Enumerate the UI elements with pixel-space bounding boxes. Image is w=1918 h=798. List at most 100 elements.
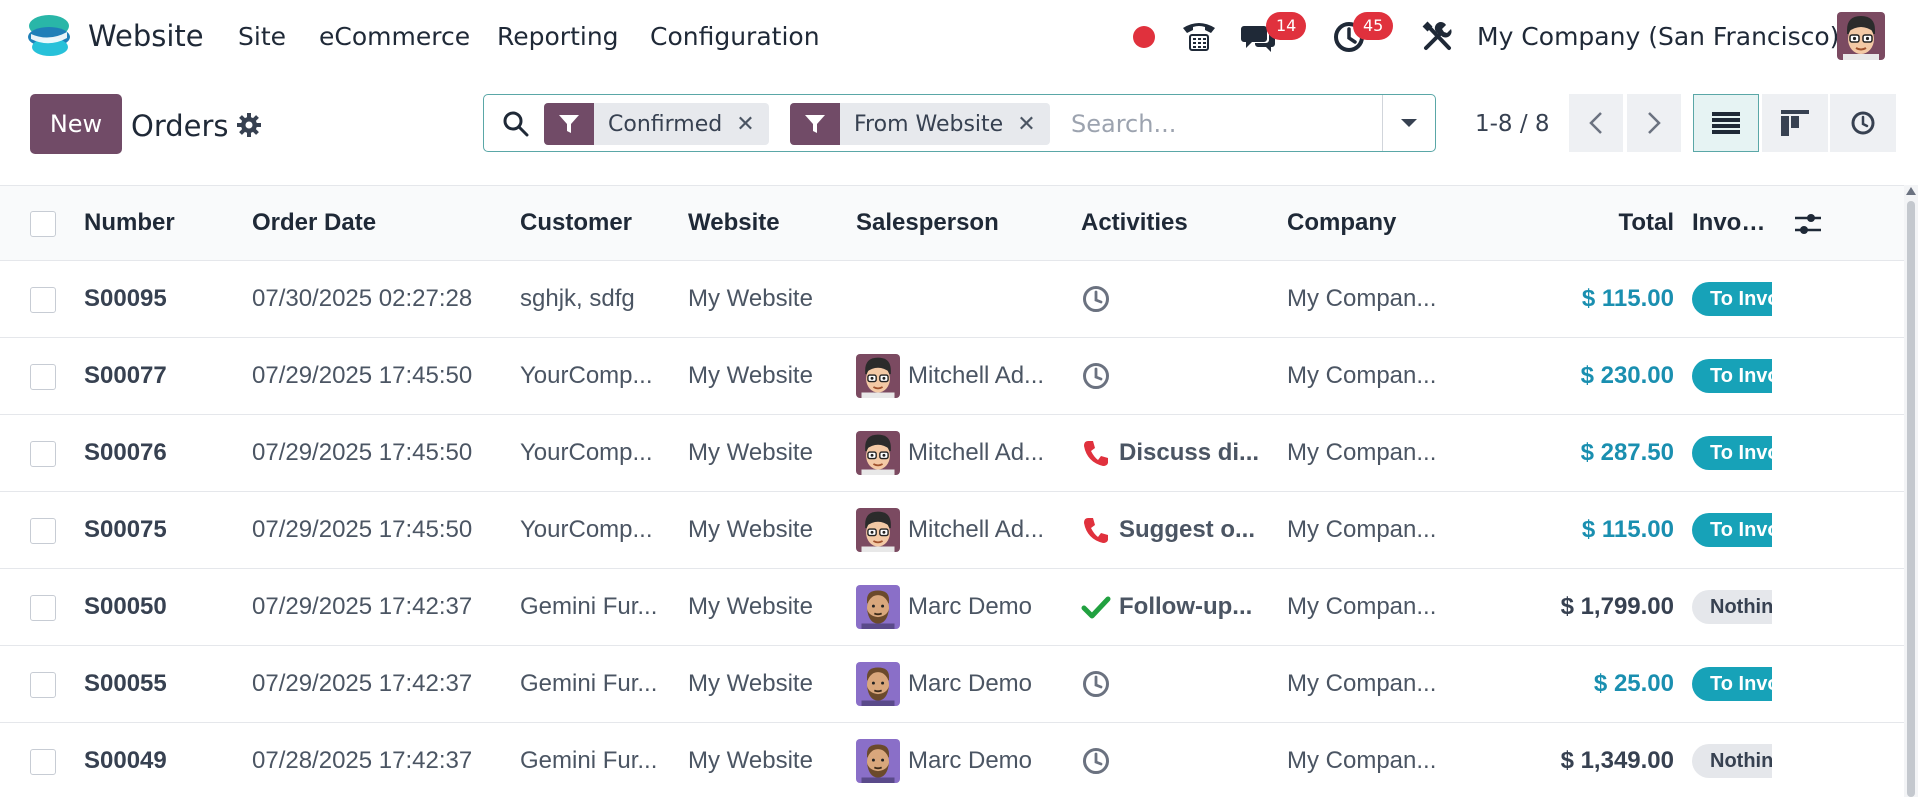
pager-value[interactable]: 1-8 / 8 <box>1475 111 1550 137</box>
row-select-cell <box>0 646 84 723</box>
row-checkbox[interactable] <box>30 672 56 698</box>
table-row[interactable]: S0004907/28/2025 17:42:37Gemini Fur...My… <box>0 723 1904 798</box>
menu-item-ecommerce[interactable]: eCommerce <box>319 22 470 51</box>
salesperson-name: Mitchell Ad... <box>908 439 1044 467</box>
company-name: My Compan... <box>1287 723 1477 798</box>
table-row[interactable]: S0007707/29/2025 17:45:50YourComp...My W… <box>0 338 1904 415</box>
phone-icon[interactable] <box>1081 515 1111 545</box>
menu-item-reporting[interactable]: Reporting <box>497 22 619 51</box>
website-name: My Website <box>688 492 856 569</box>
phone-icon[interactable] <box>1081 438 1111 468</box>
select-all-checkbox[interactable] <box>30 211 56 237</box>
customer-name: YourComp... <box>520 338 688 415</box>
company-name: My Compan... <box>1287 338 1477 415</box>
row-checkbox[interactable] <box>30 441 56 467</box>
kanban-view-button[interactable] <box>1762 94 1828 152</box>
company-name: My Compan... <box>1287 415 1477 492</box>
activity-view-button[interactable] <box>1830 94 1896 152</box>
clock-icon[interactable] <box>1081 361 1111 391</box>
website-name: My Website <box>688 261 856 338</box>
order-number: S00055 <box>84 646 252 723</box>
column-header-salesperson[interactable]: Salesperson <box>856 186 1081 261</box>
order-total: $ 115.00 <box>1477 261 1692 338</box>
search-icon[interactable] <box>502 110 530 138</box>
company-name: My Compan... <box>1287 646 1477 723</box>
invoice-status-badge: To Invoice <box>1692 359 1772 393</box>
table-row[interactable]: S0007507/29/2025 17:45:50YourComp...My W… <box>0 492 1904 569</box>
clock-icon[interactable] <box>1081 669 1111 699</box>
search-input[interactable] <box>1069 107 1373 141</box>
row-checkbox[interactable] <box>30 518 56 544</box>
row-checkbox[interactable] <box>30 595 56 621</box>
order-total: $ 115.00 <box>1477 492 1692 569</box>
order-date: 07/29/2025 17:42:37 <box>252 569 520 646</box>
salesperson-cell <box>856 261 1081 338</box>
salesperson-cell: Mitchell Ad... <box>856 338 1081 415</box>
clock-icon[interactable] <box>1081 284 1111 314</box>
column-header-activities[interactable]: Activities <box>1081 186 1287 261</box>
user-avatar[interactable] <box>1837 12 1885 60</box>
activity-summary: Suggest o... <box>1119 516 1255 544</box>
search-options-toggle[interactable] <box>1382 95 1435 151</box>
sliders-icon[interactable] <box>1794 212 1822 236</box>
column-header-company[interactable]: Company <box>1287 186 1477 261</box>
scrollbar-thumb[interactable] <box>1907 201 1915 797</box>
column-header-total[interactable]: Total <box>1477 186 1692 261</box>
salesperson-avatar-icon <box>856 431 900 475</box>
kanban-view-icon <box>1781 110 1809 136</box>
caret-down-icon <box>1400 117 1418 129</box>
pager-previous-button[interactable] <box>1569 94 1623 152</box>
order-total: $ 1,349.00 <box>1477 723 1692 798</box>
column-header-invoice-status[interactable]: Invoice St... <box>1692 186 1772 261</box>
website-app-logo-icon[interactable] <box>26 12 72 60</box>
salesperson-avatar-icon <box>856 662 900 706</box>
optional-columns-cell <box>1772 186 1904 261</box>
pager-next-button[interactable] <box>1627 94 1681 152</box>
check-icon[interactable] <box>1081 592 1111 622</box>
gear-icon[interactable] <box>236 112 262 138</box>
activities-cell <box>1081 723 1287 798</box>
invoice-status-cell: To Invoice <box>1692 646 1772 723</box>
table-row[interactable]: S0009507/30/2025 02:27:28sghjk, sdfgMy W… <box>0 261 1904 338</box>
phone-icon[interactable] <box>1180 18 1218 54</box>
list-view-button[interactable] <box>1693 94 1759 152</box>
column-header-order-date[interactable]: Order Date <box>252 186 520 261</box>
salesperson-avatar-icon <box>856 585 900 629</box>
vertical-scrollbar[interactable] <box>1904 185 1918 797</box>
row-checkbox[interactable] <box>30 364 56 390</box>
invoice-status-badge: To Invoice <box>1692 667 1772 701</box>
menu-item-site[interactable]: Site <box>238 22 286 51</box>
order-date: 07/30/2025 02:27:28 <box>252 261 520 338</box>
scroll-up-arrow-icon[interactable] <box>1906 187 1916 195</box>
tools-icon[interactable] <box>1422 21 1454 53</box>
invoice-status-badge: To Invoice <box>1692 436 1772 470</box>
empty-cell <box>1772 261 1904 338</box>
row-checkbox[interactable] <box>30 287 56 313</box>
salesperson-avatar-icon <box>856 739 900 783</box>
invoice-status-badge: Nothing ... <box>1692 744 1772 778</box>
company-switcher[interactable]: My Company (San Francisco) <box>1477 22 1839 51</box>
row-checkbox[interactable] <box>30 749 56 775</box>
column-header-website[interactable]: Website <box>688 186 856 261</box>
clock-icon[interactable] <box>1081 746 1111 776</box>
order-total: $ 25.00 <box>1477 646 1692 723</box>
app-name[interactable]: Website <box>88 19 204 53</box>
salesperson-avatar-icon <box>856 508 900 552</box>
column-header-number[interactable]: Number <box>84 186 252 261</box>
remove-facet-close-icon[interactable]: ✕ <box>736 112 768 137</box>
invoice-status-cell: To Invoice <box>1692 415 1772 492</box>
table-row[interactable]: S0007607/29/2025 17:45:50YourComp...My W… <box>0 415 1904 492</box>
activity-summary: Follow-up... <box>1119 593 1252 621</box>
new-button[interactable]: New <box>30 94 122 154</box>
page-title[interactable]: Orders <box>131 109 229 143</box>
column-header-customer[interactable]: Customer <box>520 186 688 261</box>
search-facet-confirmed: Confirmed ✕ <box>544 103 769 145</box>
table-row[interactable]: S0005507/29/2025 17:42:37Gemini Fur...My… <box>0 646 1904 723</box>
salesperson-avatar <box>856 739 900 783</box>
remove-facet-close-icon[interactable]: ✕ <box>1017 112 1049 137</box>
table-row[interactable]: S0005007/29/2025 17:42:37Gemini Fur...My… <box>0 569 1904 646</box>
record-status-icon[interactable] <box>1132 25 1156 49</box>
order-number: S00050 <box>84 569 252 646</box>
activities-cell: Follow-up... <box>1081 569 1287 646</box>
menu-item-configuration[interactable]: Configuration <box>650 22 820 51</box>
